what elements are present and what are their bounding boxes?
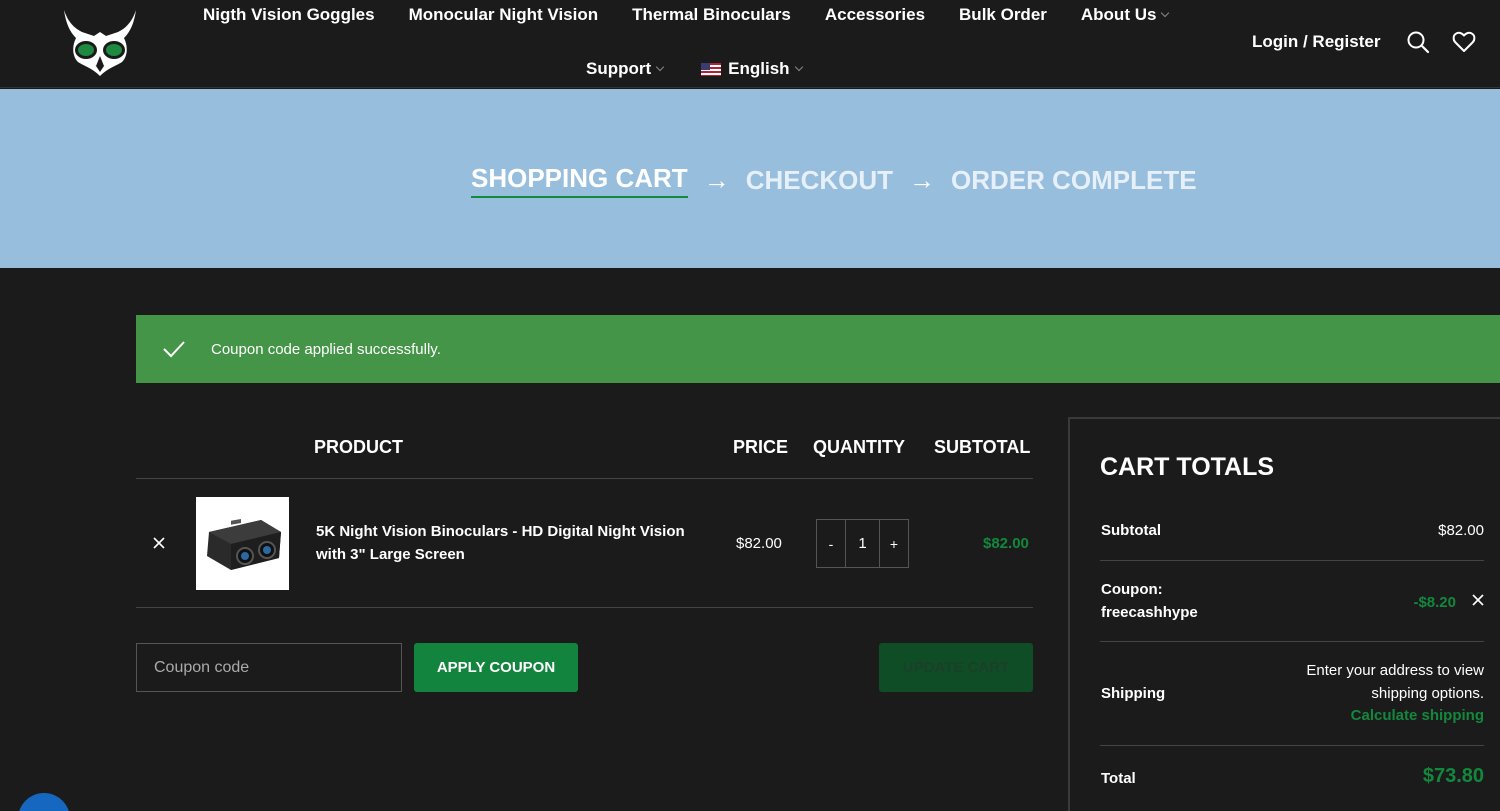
us-flag-icon [701, 62, 722, 76]
shipping-info-line2: shipping options. [1371, 685, 1484, 702]
divider [136, 478, 1033, 479]
nav-item-about-us[interactable]: About Us [1080, 5, 1170, 25]
divider [136, 607, 1033, 608]
notice-message: Coupon code applied successfully. [211, 340, 441, 358]
nav-item-thermal-binoculars[interactable]: Thermal Binoculars [632, 5, 791, 25]
nav-item-label: Thermal Binoculars [632, 5, 791, 24]
coupon-label: Coupon: [1101, 581, 1163, 598]
quantity-input[interactable]: 1 [845, 520, 880, 567]
chevron-down-icon [1161, 8, 1170, 18]
apply-coupon-button[interactable]: APPLY COUPON [414, 643, 578, 692]
site-header: Nigth Vision Goggles Monocular Night Visi… [0, 0, 1500, 88]
binoculars-image [206, 518, 281, 570]
total-value: $73.80 [1422, 765, 1484, 787]
column-header-quantity: QUANTITY [813, 437, 905, 457]
quantity-stepper: - 1 + [816, 519, 909, 568]
search-icon[interactable] [1406, 30, 1430, 54]
nav-item-label: Monocular Night Vision [408, 5, 599, 24]
product-thumbnail[interactable] [196, 497, 289, 590]
update-cart-button: UPDATE CART [879, 643, 1033, 692]
divider [1100, 641, 1484, 642]
nav-item-accessories[interactable]: Accessories [825, 5, 925, 25]
column-header-product: PRODUCT [314, 437, 403, 457]
chevron-down-icon [794, 62, 803, 72]
product-price: $82.00 [736, 535, 782, 552]
remove-coupon-icon[interactable] [1471, 593, 1485, 607]
step-checkout[interactable]: CHECKOUT [746, 165, 893, 196]
subtotal-label: Subtotal [1101, 522, 1161, 539]
nav-item-label: Nigth Vision Goggles [203, 5, 375, 24]
owl-logo-icon[interactable] [58, 6, 142, 76]
main-nav: Nigth Vision Goggles Monocular Night Visi… [186, 4, 1185, 26]
language-label: English [728, 59, 790, 78]
product-name-link[interactable]: 5K Night Vision Binoculars - HD Digital … [316, 520, 696, 566]
nav-item-bulk-order[interactable]: Bulk Order [959, 5, 1047, 25]
quantity-increase-button[interactable]: + [880, 520, 908, 567]
column-header-subtotal: SUBTOTAL [934, 437, 1031, 457]
success-notice: Coupon code applied successfully. [136, 315, 1500, 383]
accessibility-widget-button[interactable] [18, 793, 70, 811]
calculate-shipping-link[interactable]: Calculate shipping [1351, 704, 1484, 727]
step-arrow: → [909, 165, 936, 195]
nav-item-label: About Us [1080, 5, 1157, 24]
divider [1100, 745, 1484, 746]
coupon-discount-value: -$8.20 [1413, 594, 1456, 611]
shipping-info-line1: Enter your address to view [1306, 662, 1484, 679]
column-header-price: PRICE [733, 437, 789, 457]
step-arrow: → [703, 165, 730, 195]
quantity-decrease-button[interactable]: - [817, 520, 845, 567]
nav-item-label: Support [586, 59, 652, 78]
secondary-nav: Support English [586, 58, 840, 80]
nav-item-label: Bulk Order [959, 5, 1047, 24]
step-order-complete: ORDER COMPLETE [951, 165, 1197, 195]
nav-item-label: Accessories [824, 5, 926, 24]
step-shopping-cart[interactable]: SHOPPING CART [471, 163, 688, 198]
chevron-down-icon [655, 62, 665, 72]
subtotal-value: $82.00 [1438, 522, 1484, 539]
login-register-link[interactable]: Login / Register [1252, 32, 1380, 52]
nav-item-nigth-vision-goggles[interactable]: Nigth Vision Goggles [203, 5, 375, 25]
nav-item-monocular-night-vision[interactable]: Monocular Night Vision [409, 5, 599, 25]
checkout-steps: SHOPPING CART → CHECKOUT → ORDER COMPLET… [471, 163, 1197, 198]
divider [1100, 560, 1484, 561]
total-label: Total [1101, 770, 1136, 787]
nav-item-support[interactable]: Support [586, 59, 665, 79]
coupon-code-label: freecashhype [1101, 604, 1198, 621]
remove-item-icon[interactable] [150, 534, 168, 552]
heart-icon[interactable] [1452, 30, 1476, 54]
coupon-code-input[interactable] [136, 643, 402, 692]
checkmark-icon [163, 341, 185, 358]
language-switcher[interactable]: English [701, 59, 803, 79]
shipping-label: Shipping [1101, 685, 1166, 702]
product-subtotal: $82.00 [983, 535, 1029, 552]
cart-totals-title: CART TOTALS [1100, 453, 1275, 481]
